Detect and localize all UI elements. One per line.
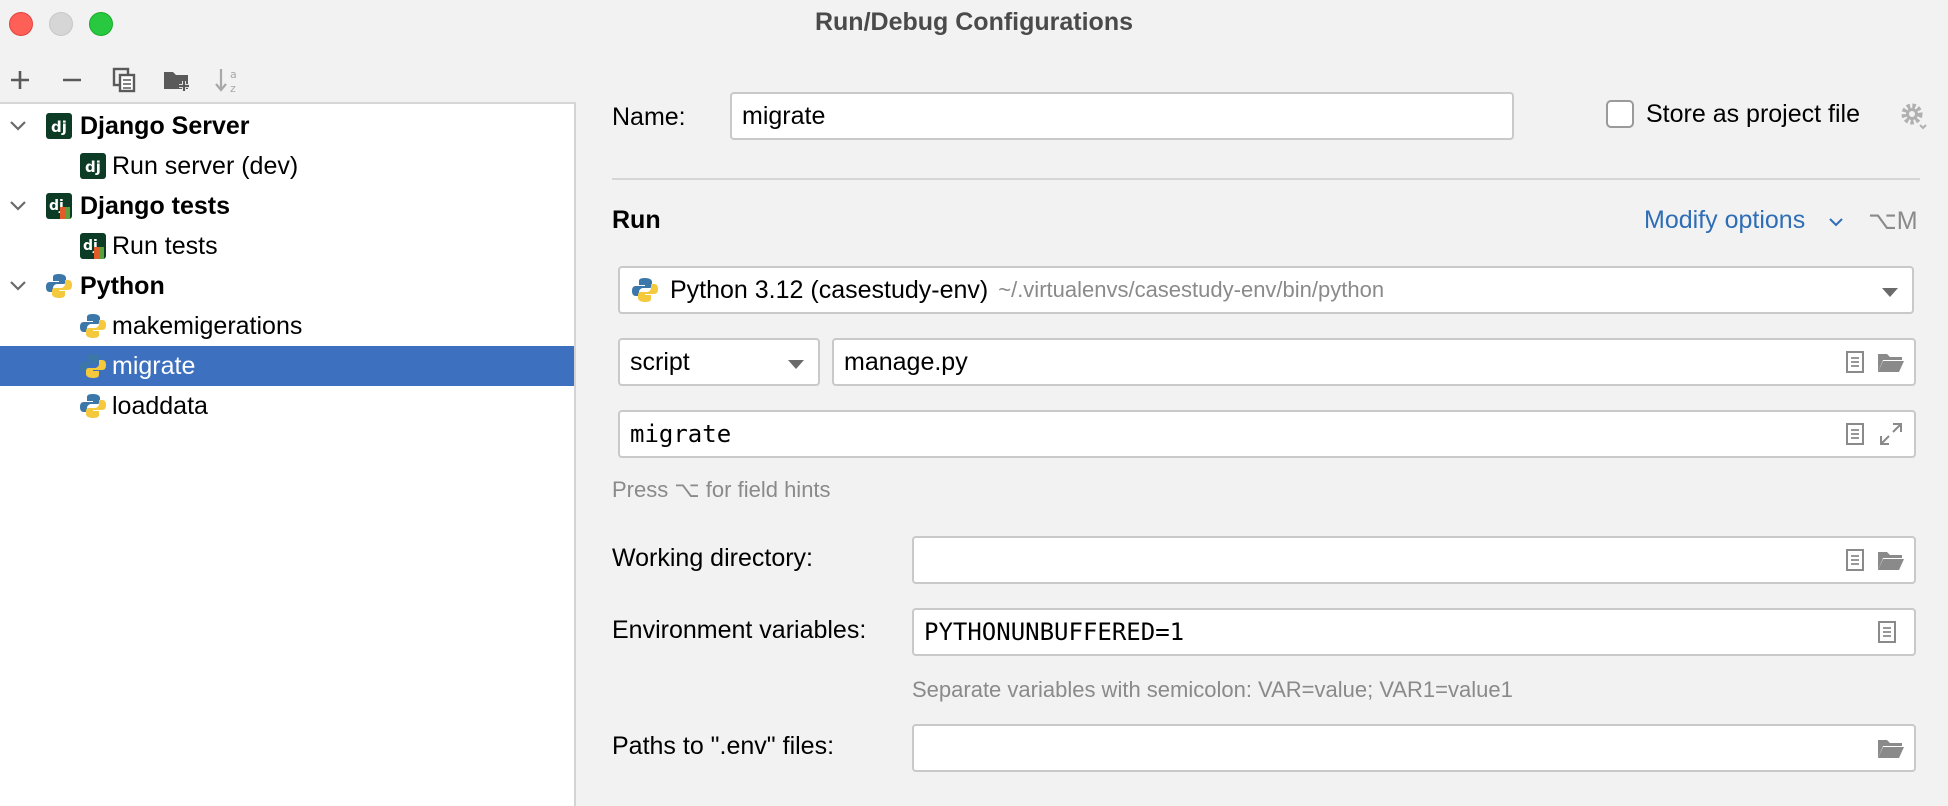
tree-item-migrate[interactable]: migrate (0, 346, 574, 386)
tree-group-label: Python (80, 272, 165, 300)
svg-text:z: z (230, 82, 236, 95)
expand-icon[interactable] (1878, 421, 1904, 447)
insert-macro-icon[interactable] (1842, 547, 1868, 573)
name-input[interactable]: migrate (730, 92, 1514, 140)
title-bar: Run/Debug Configurations (0, 0, 1948, 46)
environment-variables-hint: Separate variables with semicolon: VAR=v… (912, 677, 1513, 702)
modify-options-link[interactable]: Modify options (1644, 206, 1805, 235)
environment-variables-value: PYTHONUNBUFFERED=1 (924, 618, 1185, 646)
python-icon (80, 353, 106, 379)
name-label: Name: (612, 103, 686, 131)
run-heading: Run (612, 206, 661, 234)
django-test-icon: dj (80, 233, 106, 259)
insert-macro-icon[interactable] (1842, 421, 1868, 447)
parameters-input[interactable]: migrate (618, 410, 1916, 458)
new-folder-icon[interactable] (157, 62, 197, 98)
working-directory-label: Working directory: (612, 544, 813, 572)
tree-group-django-server[interactable]: dj Django Server (0, 106, 574, 146)
tree-item-run-tests[interactable]: dj Run tests (0, 226, 574, 266)
interpreter-select[interactable]: Python 3.12 (casestudy-env) ~/.virtualen… (618, 266, 1914, 314)
sort-icon[interactable]: az (208, 62, 248, 98)
tree-group-label: Django tests (80, 192, 231, 220)
dotenv-files-label: Paths to ".env" files: (612, 732, 835, 760)
tree-item-makemigerations[interactable]: makemigerations (0, 306, 574, 346)
dropdown-arrow-icon (788, 360, 804, 369)
separator (612, 178, 1920, 180)
remove-icon[interactable] (52, 62, 92, 98)
svg-text:a: a (230, 68, 237, 81)
tree-group-label: Django Server (80, 112, 250, 140)
chevron-down-icon[interactable] (1828, 216, 1844, 228)
gear-icon[interactable] (1898, 100, 1928, 130)
svg-text:dj: dj (85, 158, 101, 176)
working-directory-input[interactable] (912, 536, 1916, 584)
modify-options-shortcut: ⌥M (1868, 207, 1918, 235)
chevron-down-icon[interactable] (8, 117, 28, 135)
store-as-project-file-label: Store as project file (1646, 100, 1860, 128)
edit-environment-icon[interactable] (1874, 619, 1900, 645)
django-test-icon: dj (46, 193, 72, 219)
interpreter-path: ~/.virtualenvs/casestudy-env/bin/python (998, 277, 1385, 302)
tree-item-loaddata[interactable]: loaddata (0, 386, 574, 426)
chevron-down-icon[interactable] (8, 197, 28, 215)
window-title: Run/Debug Configurations (814, 8, 1134, 36)
tree-item-label: makemigerations (112, 312, 303, 340)
django-icon: dj (46, 113, 72, 139)
script-path-input[interactable]: manage.py (832, 338, 1916, 386)
script-type-select[interactable]: script (618, 338, 820, 386)
copy-icon[interactable] (104, 62, 144, 98)
configurations-toolbar: az (0, 56, 576, 104)
environment-variables-label: Environment variables: (612, 616, 867, 644)
add-icon[interactable] (0, 62, 40, 98)
chevron-down-icon[interactable] (8, 277, 28, 295)
python-icon (80, 393, 106, 419)
python-icon (632, 278, 658, 302)
folder-browse-icon[interactable] (1876, 349, 1906, 375)
tree-item-label: Run tests (112, 232, 218, 260)
insert-macro-icon[interactable] (1842, 349, 1868, 375)
dotenv-files-input[interactable] (912, 724, 1916, 772)
tree-item-label: Run server (dev) (112, 152, 299, 180)
python-icon (80, 313, 106, 339)
folder-browse-icon[interactable] (1876, 547, 1906, 573)
folder-browse-icon[interactable] (1876, 735, 1906, 761)
dropdown-arrow-icon (1882, 288, 1898, 297)
configurations-panel: az dj Django Server dj Run server (dev) … (0, 56, 576, 806)
tree-group-django-tests[interactable]: dj Django tests (0, 186, 574, 226)
tree-item-label: loaddata (112, 392, 208, 420)
interpreter-name: Python 3.12 (casestudy-env) (670, 275, 989, 304)
field-hints-text: Press ⌥ for field hints (612, 477, 831, 502)
environment-variables-input[interactable]: PYTHONUNBUFFERED=1 (912, 608, 1916, 656)
svg-text:dj: dj (51, 118, 67, 136)
parameters-value: migrate (630, 420, 732, 448)
django-icon: dj (80, 153, 106, 179)
configuration-editor: Name: migrate Store as project file Run … (578, 56, 1948, 806)
store-as-project-file-checkbox[interactable] (1606, 100, 1634, 128)
tree-item-label: migrate (112, 352, 196, 380)
script-type-value: script (630, 347, 690, 376)
script-path-value: manage.py (844, 347, 968, 376)
python-icon (46, 273, 72, 299)
tree-group-python[interactable]: Python (0, 266, 574, 306)
name-input-value: migrate (742, 101, 826, 130)
tree-item-run-server[interactable]: dj Run server (dev) (0, 146, 574, 186)
